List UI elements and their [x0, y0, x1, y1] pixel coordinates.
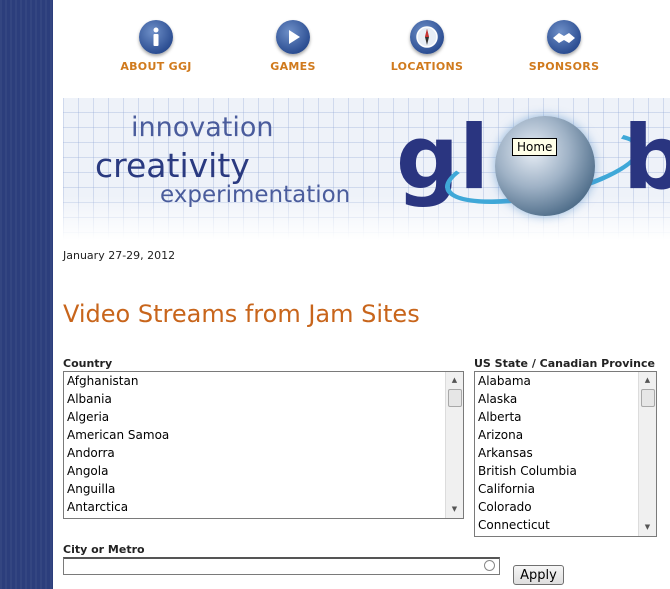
- state-option[interactable]: Colorado: [475, 498, 656, 516]
- state-option[interactable]: Alaska: [475, 390, 656, 408]
- state-option[interactable]: Connecticut: [475, 516, 656, 534]
- state-listbox[interactable]: Alabama Alaska Alberta Arizona Arkansas Briti…: [474, 371, 657, 537]
- globe-logo[interactable]: [495, 116, 595, 216]
- scroll-up-icon[interactable]: ▲: [446, 372, 463, 389]
- state-options: Alabama Alaska Alberta Arizona Arkansas Briti…: [475, 372, 656, 534]
- home-tooltip: Home: [512, 138, 558, 156]
- state-option[interactable]: Alberta: [475, 408, 656, 426]
- compass-icon: [410, 20, 444, 54]
- nav-games[interactable]: GAMES: [238, 20, 348, 73]
- nav-about-ggj-label: ABOUT GGJ: [120, 60, 192, 73]
- tagline-creativity: creativity: [95, 146, 250, 185]
- nav-locations[interactable]: LOCATIONS: [372, 20, 482, 73]
- tagline-experimentation: experimentation: [160, 182, 351, 208]
- nav-sponsors-label: SPONSORS: [528, 60, 600, 73]
- page-title: Video Streams from Jam Sites: [63, 300, 420, 328]
- event-date: January 27-29, 2012: [63, 249, 176, 262]
- logo-text-b: b: [623, 106, 670, 209]
- nav-games-label: GAMES: [270, 60, 316, 73]
- play-icon: [276, 20, 310, 54]
- country-label: Country: [63, 357, 113, 370]
- state-option[interactable]: British Columbia: [475, 462, 656, 480]
- handshake-icon: [547, 20, 581, 54]
- scroll-down-icon[interactable]: ▼: [639, 519, 656, 536]
- state-option[interactable]: Alabama: [475, 372, 656, 390]
- city-input[interactable]: [63, 557, 500, 575]
- state-option[interactable]: Arizona: [475, 426, 656, 444]
- scroll-thumb[interactable]: [641, 389, 655, 407]
- country-option[interactable]: Albania: [64, 390, 463, 408]
- city-label: City or Metro: [63, 543, 145, 556]
- country-option[interactable]: Antarctica: [64, 498, 463, 516]
- scroll-up-icon[interactable]: ▲: [639, 372, 656, 389]
- country-option[interactable]: Angola: [64, 462, 463, 480]
- state-option[interactable]: Arkansas: [475, 444, 656, 462]
- state-label: US State / Canadian Province: [474, 357, 655, 370]
- country-scrollbar[interactable]: ▲ ▼: [445, 372, 463, 518]
- left-sidebar-strip: [0, 0, 53, 589]
- country-option[interactable]: Algeria: [64, 408, 463, 426]
- country-option[interactable]: Andorra: [64, 444, 463, 462]
- country-option[interactable]: Anguilla: [64, 480, 463, 498]
- scroll-down-icon[interactable]: ▼: [446, 501, 463, 518]
- header-banner: innovation creativity experimentation gl…: [63, 98, 670, 240]
- apply-button[interactable]: Apply: [513, 565, 564, 585]
- country-listbox[interactable]: Afghanistan Albania Algeria American Samoa A…: [63, 371, 464, 519]
- nav-about-ggj[interactable]: ABOUT GGJ: [101, 20, 211, 73]
- state-scrollbar[interactable]: ▲ ▼: [638, 372, 656, 536]
- top-nav: ABOUT GGJ GAMES LOCATIONS SPONSORS: [53, 0, 670, 95]
- country-option[interactable]: American Samoa: [64, 426, 463, 444]
- info-icon: [139, 20, 173, 54]
- tagline-innovation: innovation: [131, 112, 274, 143]
- country-option[interactable]: Afghanistan: [64, 372, 463, 390]
- input-clear-icon[interactable]: [484, 560, 495, 571]
- state-option[interactable]: California: [475, 480, 656, 498]
- country-options: Afghanistan Albania Algeria American Samoa A…: [64, 372, 463, 516]
- scroll-thumb[interactable]: [448, 389, 462, 407]
- nav-sponsors[interactable]: SPONSORS: [509, 20, 619, 73]
- nav-locations-label: LOCATIONS: [390, 60, 464, 73]
